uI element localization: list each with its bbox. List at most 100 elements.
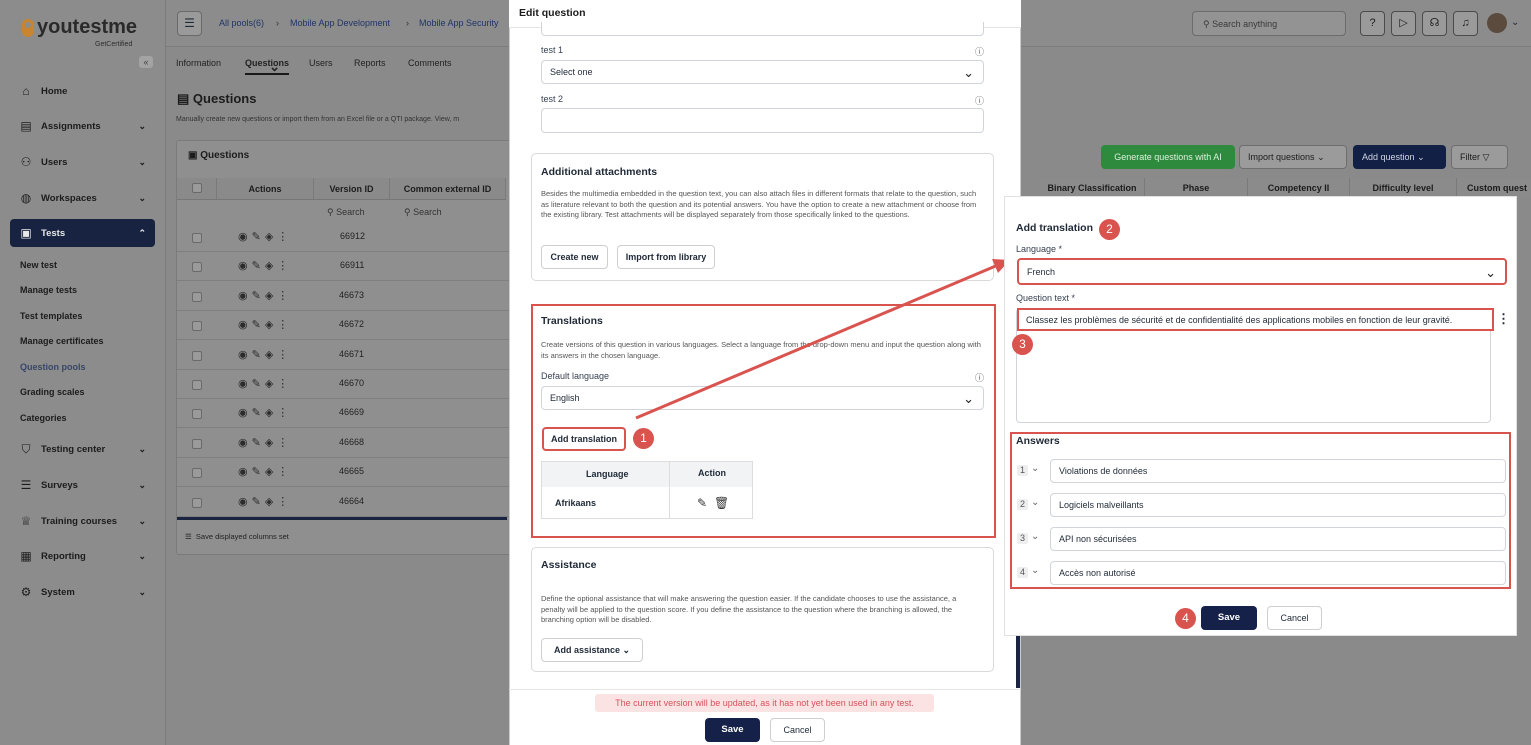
- tab-users[interactable]: Users: [309, 58, 333, 68]
- select-all-checkbox[interactable]: [192, 183, 202, 193]
- row-checkbox[interactable]: [192, 262, 202, 273]
- column-difficulty[interactable]: Difficulty level: [1350, 178, 1457, 198]
- nav-manage-certificates[interactable]: Manage certificates: [20, 336, 104, 346]
- nav-testing-center[interactable]: ⛉ Testing center ⌄: [10, 435, 155, 463]
- nav-categories[interactable]: Categories: [20, 413, 67, 423]
- scrollbar[interactable]: [1016, 636, 1020, 688]
- row-version-id: 46671: [339, 348, 365, 359]
- nav-system[interactable]: ⚙ System ⌄: [10, 578, 155, 606]
- nav-home[interactable]: ⌂ Home: [10, 77, 155, 105]
- modal-save-button[interactable]: Save: [705, 718, 760, 742]
- trash-icon[interactable]: 🗑: [714, 496, 729, 510]
- translation-cancel-button[interactable]: Cancel: [1267, 606, 1322, 630]
- answer-input[interactable]: Logiciels malveillants: [1050, 493, 1506, 517]
- nav-grading-scales[interactable]: Grading scales: [20, 387, 85, 397]
- generate-ai-button[interactable]: Generate questions with AI: [1101, 145, 1235, 169]
- row-checkbox[interactable]: [192, 321, 202, 332]
- add-assistance-button[interactable]: Add assistance ⌄: [541, 638, 643, 662]
- help-icon[interactable]: ?: [1360, 11, 1385, 36]
- nav-workspaces[interactable]: ◍ Workspaces ⌄: [10, 184, 155, 212]
- row-action-icons[interactable]: ◉✎◈⋮: [238, 348, 292, 361]
- test2-input[interactable]: [541, 108, 984, 133]
- step-badge-3: 3: [1012, 334, 1033, 355]
- chevron-down-icon[interactable]: ⌄: [1031, 497, 1039, 508]
- bell-icon[interactable]: ♫: [1453, 11, 1478, 36]
- global-search-input[interactable]: ⚲ Search anything: [1192, 11, 1346, 36]
- version-id-search[interactable]: ⚲ Search: [327, 207, 365, 218]
- filter-button[interactable]: Filter ▽: [1451, 145, 1508, 169]
- translation-save-button[interactable]: Save: [1201, 606, 1257, 630]
- nav-surveys[interactable]: ☰ Surveys ⌄: [10, 471, 155, 499]
- breadcrumb-all-pools[interactable]: All pools(6): [219, 18, 264, 28]
- avatar[interactable]: [1487, 13, 1507, 33]
- row-action-icons[interactable]: ◉✎◈⋮: [238, 406, 292, 419]
- nav-question-pools[interactable]: Question pools: [20, 362, 86, 372]
- add-translation-button[interactable]: Add translation: [542, 427, 626, 451]
- answer-input[interactable]: API non sécurisées: [1050, 527, 1506, 551]
- create-new-button[interactable]: Create new: [541, 245, 608, 269]
- nav-reporting[interactable]: ▦ Reporting ⌄: [10, 542, 155, 570]
- row-action-icons[interactable]: ◉✎◈⋮: [238, 436, 292, 449]
- row-action-icons[interactable]: ◉✎◈⋮: [238, 465, 292, 478]
- chevron-down-icon[interactable]: ⌄: [1511, 17, 1519, 28]
- report-icon: ▦: [20, 549, 32, 563]
- answer-input[interactable]: Violations de données: [1050, 459, 1506, 483]
- select-all-header: [177, 178, 217, 200]
- row-checkbox[interactable]: [192, 350, 202, 361]
- chevron-down-icon[interactable]: ⌄: [1031, 531, 1039, 542]
- breadcrumb-current[interactable]: Mobile App Security: [419, 18, 499, 28]
- column-common-external-id[interactable]: Common external ID: [390, 178, 506, 200]
- chevron-down-icon[interactable]: ⌄: [1031, 463, 1039, 474]
- row-action-icons[interactable]: ◉✎◈⋮: [238, 259, 292, 272]
- column-phase[interactable]: Phase: [1145, 178, 1248, 198]
- save-columns-link[interactable]: ☰ Save displayed columns set: [185, 532, 289, 541]
- row-action-icons[interactable]: ◉✎◈⋮: [238, 230, 292, 243]
- row-checkbox[interactable]: [192, 291, 202, 302]
- row-checkbox[interactable]: [192, 233, 202, 243]
- row-action-icons[interactable]: ◉✎◈⋮: [238, 318, 292, 331]
- external-id-search[interactable]: ⚲ Search: [404, 207, 442, 218]
- menu-icon[interactable]: ☰: [177, 11, 202, 36]
- column-version-id[interactable]: Version ID: [314, 178, 390, 200]
- collapse-sidebar-button[interactable]: «: [139, 56, 153, 68]
- scrollbar[interactable]: [177, 517, 507, 520]
- headset-icon[interactable]: ☊: [1422, 11, 1447, 36]
- row-action-icons[interactable]: ◉✎◈⋮: [238, 377, 292, 390]
- row-checkbox[interactable]: [192, 497, 202, 508]
- column-competency[interactable]: Competency II: [1248, 178, 1350, 198]
- nav-users[interactable]: ⚇ Users ⌄: [10, 148, 155, 176]
- test1-select[interactable]: Select one: [541, 60, 984, 84]
- row-action-icons[interactable]: ◉✎◈⋮: [238, 495, 292, 508]
- play-icon[interactable]: ▷: [1391, 11, 1416, 36]
- answer-input[interactable]: Accès non autorisé: [1050, 561, 1506, 585]
- row-checkbox[interactable]: [192, 409, 202, 420]
- modal-cancel-button[interactable]: Cancel: [770, 718, 825, 742]
- tab-reports[interactable]: Reports: [354, 58, 386, 68]
- tab-comments[interactable]: Comments: [408, 58, 452, 68]
- nav-assignments[interactable]: ▤ Assignments ⌄: [10, 112, 155, 140]
- row-checkbox[interactable]: [192, 380, 202, 390]
- column-custom[interactable]: Custom quest: [1457, 178, 1531, 198]
- row-checkbox[interactable]: [192, 438, 202, 449]
- tab-questions[interactable]: Questions: [245, 58, 290, 75]
- edit-icon[interactable]: ✎: [697, 496, 707, 510]
- import-questions-button[interactable]: Import questions ⌄: [1239, 145, 1347, 169]
- nav-training-courses[interactable]: ♕ Training courses ⌄: [10, 507, 155, 535]
- column-binary-classification[interactable]: Binary Classification: [1040, 178, 1145, 198]
- chevron-down-icon[interactable]: ⌄: [1031, 565, 1039, 576]
- tab-information[interactable]: Information: [176, 58, 221, 68]
- row-action-icons[interactable]: ◉✎◈⋮: [238, 289, 292, 302]
- nav-new-test[interactable]: New test: [20, 260, 57, 270]
- more-options-icon[interactable]: ⋮: [1497, 311, 1510, 327]
- row-checkbox[interactable]: [192, 468, 202, 479]
- top-field[interactable]: [541, 22, 984, 36]
- add-question-button[interactable]: Add question ⌄: [1353, 145, 1446, 169]
- nav-tests[interactable]: ▣ Tests ⌃: [10, 219, 155, 247]
- nav-label: Assignments: [41, 120, 101, 132]
- default-language-label: Default language: [541, 371, 610, 381]
- nav-manage-tests[interactable]: Manage tests: [20, 285, 77, 295]
- users-icon: ⚇: [20, 155, 32, 169]
- nav-test-templates[interactable]: Test templates: [20, 311, 82, 321]
- language-select[interactable]: French: [1017, 258, 1507, 285]
- breadcrumb-pool[interactable]: Mobile App Development: [290, 18, 390, 28]
